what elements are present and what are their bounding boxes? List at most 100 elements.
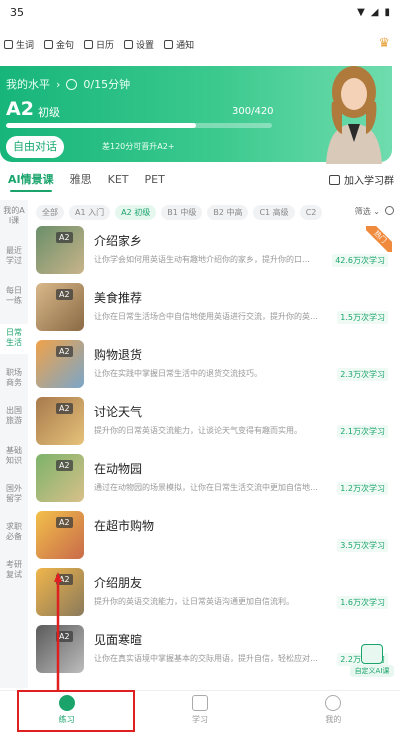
course-learner-count: 1.5万次学习 [337,311,388,324]
sidebar-item-travel[interactable]: 出国旅游 [0,406,28,426]
filter-b1[interactable]: B1 中级 [161,204,203,220]
quick-link-label: 日历 [96,40,115,51]
course-description: 让你在日常生活场合中自信地使用英语进行交流，提升你的英… [94,312,318,321]
calendar-icon [84,39,94,49]
quick-link-label: 生词 [16,40,35,51]
course-description: 通过在动物园的场景模拟，让你在日常生活交流中更加自信地… [94,483,318,492]
course-thumbnail: A2 [36,226,84,274]
search-icon[interactable] [385,206,394,215]
vip-crown-icon[interactable]: ♛ [378,36,390,51]
clock-icon [66,78,78,90]
level-badge: A2 [56,289,73,300]
filter-dropdown-label: 筛选 [354,207,371,216]
sidebar-item-recent[interactable]: 最近学过 [0,246,28,266]
sidebar-item-daily-life[interactable]: 日常生活 [0,324,28,354]
level-name: 初级 [38,106,60,119]
course-thumbnail: A2 [36,283,84,331]
sidebar-item-postgrad[interactable]: 考研复试 [0,560,28,580]
quick-link-label: 通知 [176,40,195,51]
course-learner-count: 3.5万次学习 [337,539,388,552]
course-description: 让你在实践中掌握日常生活中的退货交流技巧。 [94,369,262,378]
course-learner-count: 2.3万次学习 [337,368,388,381]
course-thumbnail: A2 [36,340,84,388]
course-description: 让你学会如何用英语生动有趣地介绍你的家乡，提升你的口… [94,255,310,264]
tab-pet[interactable]: PET [137,168,173,192]
course-card[interactable]: A2 讨论天气 提升你的日常英语交流能力，让谈论天气变得有趣而实用。 2.1万次… [36,397,392,449]
quick-link-settings[interactable]: 设置 [124,38,154,51]
time-goal: 0/15分钟 [83,78,131,91]
course-learner-count: 1.2万次学习 [337,482,388,495]
sidebar-item-business[interactable]: 职场商务 [0,368,28,388]
quick-link-notifications[interactable]: 通知 [164,38,194,51]
filter-all[interactable]: 全部 [36,204,64,220]
course-description: 让你在真实语境中掌握基本的交际用语，提升自信，轻松应对… [94,654,318,663]
join-group-label: 加入学习群 [344,176,394,187]
filter-a1[interactable]: A1 入门 [69,204,111,220]
filter-c1[interactable]: C1 高级 [253,204,295,220]
quick-link-label: 设置 [136,40,155,51]
quick-link-vocab[interactable]: 生词 [4,38,34,51]
filter-dropdown[interactable]: 筛选 ⌄ [350,206,380,217]
level-score: 300/420 [232,106,274,117]
nav-profile[interactable]: 我的 [267,691,400,736]
tab-ket[interactable]: KET [100,168,137,192]
bell-icon [164,39,174,49]
level-badge: A2 [56,346,73,357]
sidebar-item-job[interactable]: 求职必备 [0,522,28,542]
course-card[interactable]: A2 在超市购物 3.5万次学习 [36,511,392,563]
tab-ai-scenario[interactable]: AI情景课 [0,168,62,192]
status-time: 35 [10,5,24,19]
level-progress-bar [6,123,272,128]
sidebar-item-study-abroad[interactable]: 国外留学 [0,484,28,504]
course-thumbnail: A2 [36,511,84,559]
ai-tutor-avatar [326,66,382,164]
quick-link-label: 金句 [56,40,75,51]
wifi-icon: ▼ [357,6,365,18]
course-card[interactable]: A2 在动物园 通过在动物园的场景模拟，让你在日常生活交流中更加自信地… 1.2… [36,454,392,506]
level-badge: A2 [56,232,73,243]
level-code: A2 [6,98,34,120]
star-icon [44,39,54,49]
level-filters: 全部 A1 入门 A2 初级 B1 中级 B2 中高 C1 高级 C2 [36,204,396,220]
course-title: 美食推荐 [94,291,143,305]
course-card[interactable]: A2 美食推荐 让你在日常生活场合中自信地使用英语进行交流，提升你的英… 1.5… [36,283,392,335]
course-card[interactable]: A2 介绍朋友 提升你的英语交流能力，让日常英语沟通更加自信流利。 1.6万次学… [36,568,392,620]
course-learner-count: 1.6万次学习 [337,596,388,609]
nav-study[interactable]: 学习 [133,691,266,736]
gear-icon [124,39,134,49]
profile-icon [325,695,342,711]
sidebar-item-my-ai[interactable]: 我的AI课 [0,206,28,226]
course-card[interactable]: A2 购物退货 让你在实践中掌握日常生活中的退货交流技巧。 2.3万次学习 [36,340,392,392]
battery-icon: ▮ [384,6,390,18]
topic-sidebar: 我的AI课 最近学过 每日一练 日常生活 职场商务 出国旅游 基础知识 国外留学… [0,200,28,688]
quick-link-sentences[interactable]: 金句 [44,38,74,51]
tab-ielts[interactable]: 雅思 [62,168,100,192]
book-open-icon [191,695,208,711]
level-card-header[interactable]: 我的水平 › 0/15分钟 [6,76,130,92]
join-study-group-button[interactable]: 加入学习群 [329,172,394,187]
level-badge: A2 [56,460,73,471]
level-up-hint: 差120分可晋升A2+ [102,142,175,151]
course-title: 讨论天气 [94,405,143,419]
course-description: 提升你的日常英语交流能力，让谈论天气变得有趣而实用。 [94,426,302,435]
hot-ribbon: 热门 [366,226,392,252]
course-title: 在超市购物 [94,519,155,533]
level-badge: A2 [56,517,73,528]
course-thumbnail: A2 [36,397,84,445]
free-talk-button[interactable]: 自由对话 [6,136,64,158]
filter-a2[interactable]: A2 初级 [115,204,157,220]
my-level-label: 我的水平 [6,78,50,91]
status-icons: ▼ ◢ ▮ [357,7,390,18]
filter-c2[interactable]: C2 [299,204,323,220]
quick-link-calendar[interactable]: 日历 [84,38,114,51]
annotation-arrow [54,572,62,690]
notebook-icon [361,644,383,664]
custom-ai-course-button[interactable]: 自定义AI课 [350,644,394,678]
sidebar-item-daily[interactable]: 每日一练 [0,286,28,306]
course-card[interactable]: A2 介绍家乡 让你学会如何用英语生动有趣地介绍你的家乡，提升你的口… 42.6… [36,226,392,278]
course-card[interactable]: A2 见面寒暄 让你在真实语境中掌握基本的交际用语，提升自信，轻松应对… 2.2… [36,625,392,677]
course-title: 介绍朋友 [94,576,143,590]
chevron-down-icon: ⌄ [373,207,380,216]
filter-b2[interactable]: B2 中高 [207,204,249,220]
sidebar-item-basics[interactable]: 基础知识 [0,446,28,466]
